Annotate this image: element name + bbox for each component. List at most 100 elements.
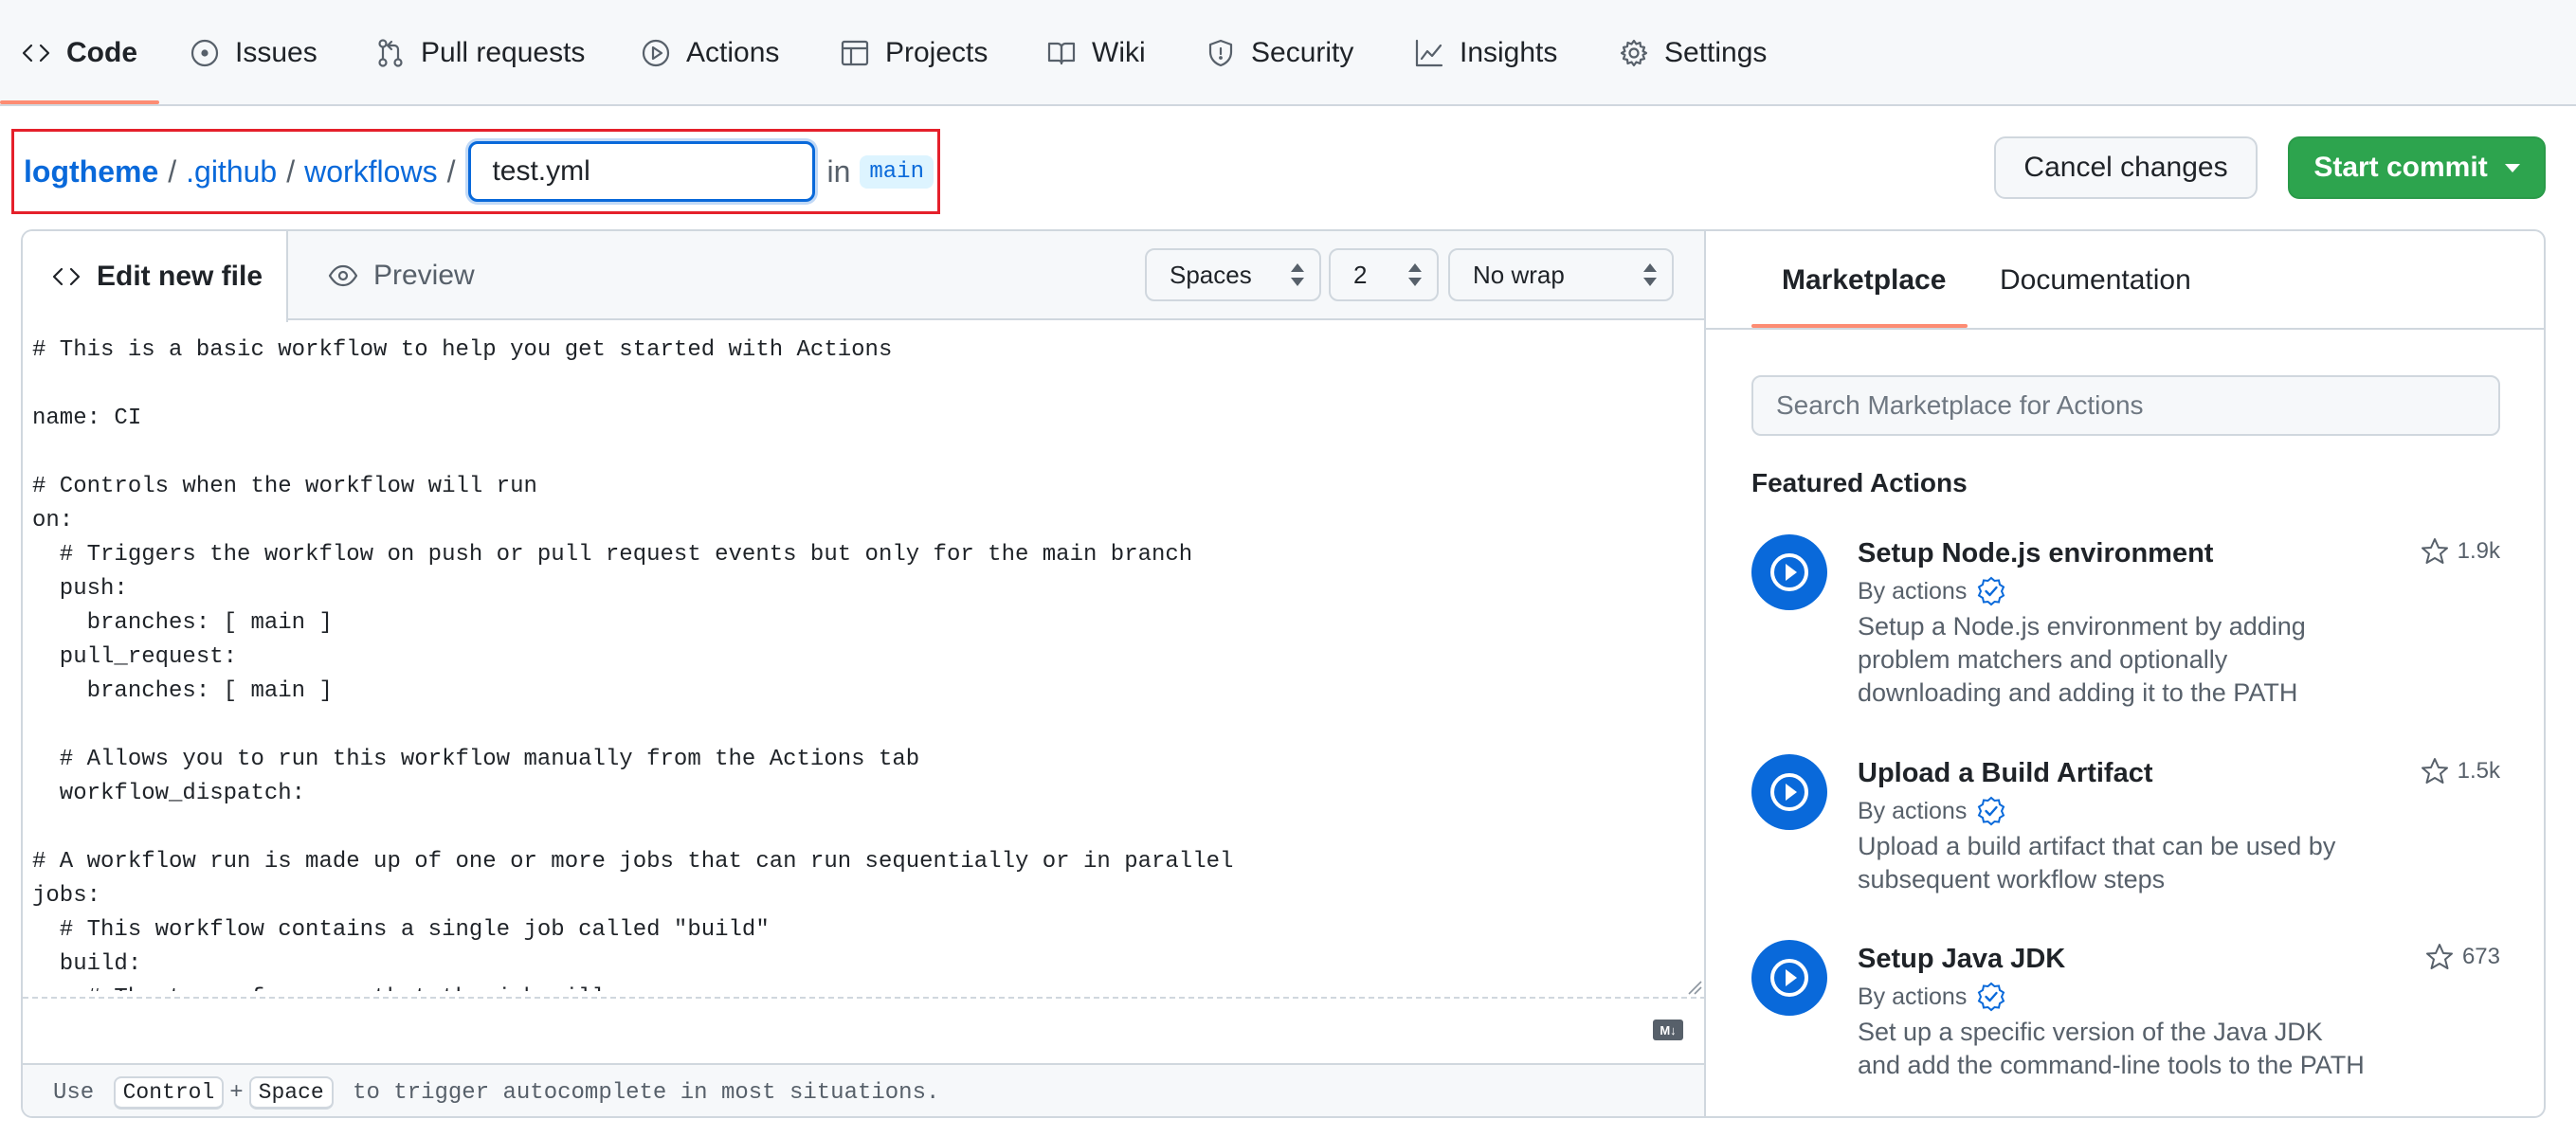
tab-pull-requests-label: Pull requests bbox=[421, 37, 586, 68]
code-line: # Allows you to run this workflow manual… bbox=[32, 747, 920, 772]
action-title[interactable]: Setup Java JDK bbox=[1858, 944, 2065, 975]
start-commit-button[interactable]: Start commit bbox=[2288, 136, 2546, 199]
tab-security[interactable]: Security bbox=[1206, 0, 1353, 106]
tab-marketplace-label: Marketplace bbox=[1782, 264, 1947, 296]
indent-mode-select[interactable]: Spaces bbox=[1145, 248, 1321, 301]
repo-nav: Code Issues Pull requests Actions Projec… bbox=[0, 0, 2576, 106]
start-commit-label: Start commit bbox=[2313, 152, 2488, 183]
tab-issues[interactable]: Issues bbox=[190, 0, 317, 106]
tab-marketplace-underline bbox=[1751, 324, 1968, 328]
gear-icon bbox=[1620, 39, 1648, 67]
action-title[interactable]: Upload a Build Artifact bbox=[1858, 758, 2153, 789]
code-icon bbox=[22, 44, 50, 63]
action-logo bbox=[1751, 940, 1827, 1016]
select-arrows-icon bbox=[1408, 263, 1422, 286]
tab-projects[interactable]: Projects bbox=[840, 0, 988, 106]
action-author: By actions bbox=[1858, 796, 2006, 826]
tab-wiki-label: Wiki bbox=[1092, 37, 1146, 68]
filename-input[interactable] bbox=[468, 141, 816, 202]
branch-prefix: in bbox=[826, 153, 851, 189]
code-line: # This is a basic workflow to help you g… bbox=[32, 337, 893, 363]
tab-issues-label: Issues bbox=[235, 37, 317, 68]
code-line: name: CI bbox=[32, 406, 142, 431]
hint-plus: + bbox=[229, 1079, 244, 1106]
tab-code-label: Code bbox=[66, 37, 137, 68]
tab-actions-label: Actions bbox=[686, 37, 780, 68]
breadcrumb-repo[interactable]: logtheme bbox=[24, 154, 158, 190]
code-line: build: bbox=[32, 951, 142, 977]
action-stars[interactable]: 1.9k bbox=[2420, 536, 2500, 567]
tab-wiki[interactable]: Wiki bbox=[1046, 0, 1146, 106]
code-icon bbox=[52, 267, 81, 286]
tab-edit-new-file[interactable]: Edit new file bbox=[23, 231, 288, 322]
breadcrumb-separator: / bbox=[168, 153, 177, 189]
marketplace-search-input[interactable] bbox=[1751, 375, 2500, 436]
tab-actions[interactable]: Actions bbox=[641, 0, 779, 106]
action-author: By actions bbox=[1858, 576, 2006, 606]
wrap-mode-select[interactable]: No wrap bbox=[1448, 248, 1674, 301]
tab-code[interactable]: Code bbox=[21, 0, 137, 106]
action-author-label: By actions bbox=[1858, 983, 1968, 1010]
code-line: jobs: bbox=[32, 883, 101, 909]
file-path-breadcrumb: logtheme / .github / workflows / in main bbox=[11, 129, 940, 214]
pull-request-icon bbox=[378, 39, 403, 67]
cancel-changes-button[interactable]: Cancel changes bbox=[1994, 136, 2258, 199]
hint-rest: to trigger autocomplete in most situatio… bbox=[353, 1079, 940, 1106]
tab-pull-requests[interactable]: Pull requests bbox=[375, 0, 585, 106]
breadcrumb-github-folder[interactable]: .github bbox=[186, 154, 277, 190]
editor-divider bbox=[23, 997, 1704, 999]
tab-security-label: Security bbox=[1251, 37, 1354, 68]
select-arrows-icon bbox=[1291, 263, 1304, 286]
tab-insights-label: Insights bbox=[1460, 37, 1558, 68]
tab-documentation-label: Documentation bbox=[2000, 264, 2191, 296]
tab-edit-label: Edit new file bbox=[97, 261, 263, 292]
tab-insights[interactable]: Insights bbox=[1414, 0, 1557, 106]
breadcrumb-workflows-folder[interactable]: workflows bbox=[304, 154, 437, 190]
code-editor-textarea[interactable]: # This is a basic workflow to help you g… bbox=[23, 334, 1704, 991]
shield-icon bbox=[1208, 39, 1233, 67]
tab-settings[interactable]: Settings bbox=[1619, 0, 1767, 106]
tab-marketplace[interactable]: Marketplace bbox=[1782, 231, 1946, 330]
eye-icon bbox=[328, 264, 358, 287]
cancel-changes-label: Cancel changes bbox=[2023, 152, 2228, 183]
action-author-label: By actions bbox=[1858, 797, 1968, 824]
action-logo bbox=[1751, 754, 1827, 830]
tab-projects-label: Projects bbox=[885, 37, 989, 68]
star-icon bbox=[2425, 944, 2453, 969]
action-description: Upload a build artifact that can be used… bbox=[1858, 832, 2336, 893]
tab-documentation[interactable]: Documentation bbox=[2000, 231, 2191, 330]
branch-name: main bbox=[860, 154, 934, 189]
verified-icon bbox=[1978, 796, 2005, 826]
tab-code-underline bbox=[0, 100, 159, 104]
tab-settings-label: Settings bbox=[1664, 37, 1768, 68]
tab-preview-label: Preview bbox=[373, 260, 475, 291]
hint-use: Use bbox=[53, 1079, 95, 1106]
code-line: branches: [ main ] bbox=[32, 610, 333, 636]
graph-icon bbox=[1415, 39, 1443, 67]
chevron-down-icon bbox=[2504, 163, 2520, 172]
table-icon bbox=[841, 40, 869, 66]
indent-size-select[interactable]: 2 bbox=[1329, 248, 1439, 301]
play-icon bbox=[1770, 959, 1808, 997]
file-editor: Edit new file Preview Spaces 2 No wrap #… bbox=[21, 229, 1704, 1118]
action-stars-count: 673 bbox=[2461, 944, 2500, 969]
resize-handle-icon[interactable] bbox=[1685, 978, 1702, 995]
star-icon bbox=[2421, 538, 2448, 564]
code-line: on: bbox=[32, 508, 74, 533]
action-stars[interactable]: 1.5k bbox=[2420, 756, 2500, 786]
verified-icon bbox=[1978, 982, 2005, 1012]
tab-preview[interactable]: Preview bbox=[328, 231, 475, 320]
code-line: # Triggers the workflow on push or pull … bbox=[32, 542, 1193, 568]
book-icon bbox=[1047, 42, 1076, 65]
action-stars-count: 1.5k bbox=[2457, 758, 2500, 784]
play-icon bbox=[1770, 553, 1808, 591]
play-icon bbox=[642, 39, 670, 67]
action-title[interactable]: Setup Node.js environment bbox=[1858, 538, 2213, 569]
key-control: Control bbox=[113, 1075, 225, 1110]
indent-mode-value: Spaces bbox=[1170, 260, 1252, 289]
action-stars[interactable]: 673 bbox=[2424, 942, 2500, 972]
code-line: pull_request: bbox=[32, 644, 238, 670]
issue-icon bbox=[190, 39, 219, 67]
